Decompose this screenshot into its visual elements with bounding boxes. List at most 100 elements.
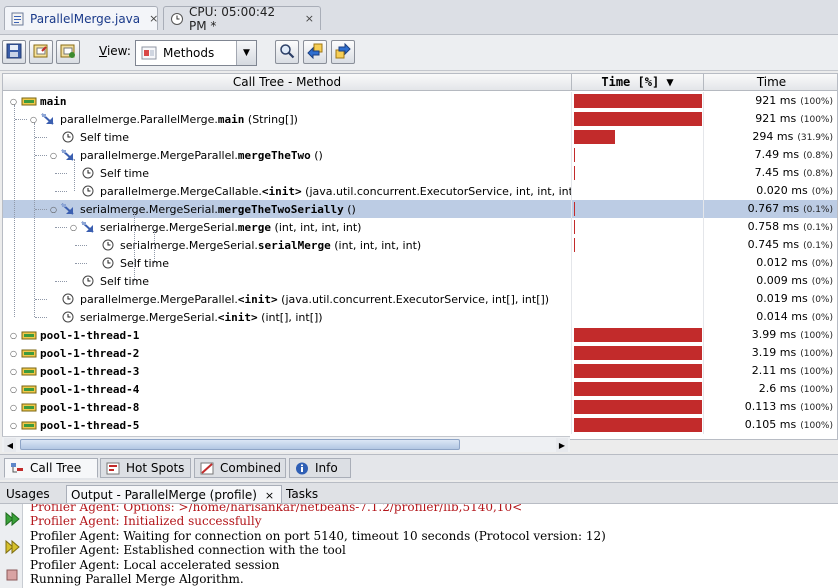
tree-guide bbox=[154, 231, 155, 263]
collapse-icon[interactable]: ○ bbox=[49, 205, 58, 214]
snapshot-button[interactable] bbox=[56, 40, 80, 64]
method-cell[interactable]: ○ parallelmerge.MergeParallel.mergeTheTwo… bbox=[3, 146, 572, 164]
table-row[interactable]: ○ pool-1-thread-8 0.113 ms (100%) bbox=[3, 398, 837, 416]
method-cell[interactable]: parallelmerge.MergeCallable.<init> (java… bbox=[3, 182, 572, 200]
tab-parallelmerge-java[interactable]: ParallelMerge.java × bbox=[4, 6, 158, 30]
tab-combined[interactable]: Combined bbox=[194, 458, 286, 478]
table-row[interactable]: Self time 294 ms (31.9%) bbox=[3, 128, 837, 146]
table-row[interactable]: ○ serialmerge.MergeSerial.merge (int, int… bbox=[3, 218, 837, 236]
time-percent-value: (100%) bbox=[800, 385, 833, 395]
method-bold-name: <init> bbox=[217, 310, 258, 324]
method-cell[interactable]: Self time bbox=[3, 164, 572, 182]
method-cell[interactable]: ○ pool-1-thread-1 bbox=[3, 326, 572, 344]
close-icon[interactable]: × bbox=[305, 12, 314, 25]
leaf-method-icon bbox=[61, 311, 75, 323]
table-row[interactable]: ○ parallelmerge.MergeParallel.mergeTheTwo… bbox=[3, 146, 837, 164]
method-cell[interactable]: ○ pool-1-thread-8 bbox=[3, 398, 572, 416]
tab-label: ParallelMerge.java bbox=[30, 11, 141, 26]
expand-icon[interactable]: ○ bbox=[9, 421, 18, 430]
method-cell[interactable]: ○ serialmerge.MergeSerial.merge (int, int… bbox=[3, 218, 572, 236]
close-icon[interactable]: × bbox=[265, 489, 274, 502]
table-row[interactable]: Self time 0.012 ms (0%) bbox=[3, 254, 837, 272]
column-header-time-percent[interactable]: Time [%] ▼ bbox=[572, 74, 704, 91]
expand-icon[interactable]: ○ bbox=[9, 331, 18, 340]
column-header-time[interactable]: Time bbox=[704, 74, 837, 91]
method-cell[interactable]: serialmerge.MergeSerial.serialMerge (int… bbox=[3, 236, 572, 254]
output-text[interactable]: Profiler Agent: Options: >/home/harisank… bbox=[30, 504, 838, 588]
stop-icon[interactable] bbox=[3, 566, 20, 583]
expand-icon[interactable]: ○ bbox=[9, 403, 18, 412]
find-next-button[interactable] bbox=[331, 40, 355, 64]
table-row[interactable]: ○ pool-1-thread-1 3.99 ms (100%) bbox=[3, 326, 837, 344]
column-header-method[interactable]: Call Tree - Method bbox=[3, 74, 572, 91]
time-percent-value: (100%) bbox=[800, 421, 833, 431]
table-row[interactable]: parallelmerge.MergeCallable.<init> (java… bbox=[3, 182, 837, 200]
table-row[interactable]: ○ main 921 ms (100%) bbox=[3, 92, 837, 110]
tab-tasks[interactable]: Tasks bbox=[282, 485, 322, 503]
time-percent-value: (0.1%) bbox=[803, 223, 833, 233]
method-cell[interactable]: Self time bbox=[3, 254, 572, 272]
rerun-icon[interactable] bbox=[3, 510, 20, 527]
export-button[interactable] bbox=[29, 40, 53, 64]
tree-guide bbox=[15, 119, 27, 120]
table-row[interactable]: ○ pool-1-thread-2 3.19 ms (100%) bbox=[3, 344, 837, 362]
chevron-down-icon[interactable]: ▼ bbox=[236, 41, 256, 65]
method-bold-name: pool-1-thread-5 bbox=[40, 418, 140, 432]
thread-icon bbox=[21, 95, 37, 107]
method-cell[interactable]: Self time bbox=[3, 128, 572, 146]
close-icon[interactable]: × bbox=[149, 12, 158, 25]
save-button[interactable] bbox=[2, 40, 26, 64]
horizontal-scrollbar[interactable]: ◀ ▶ bbox=[2, 436, 570, 452]
tab-hot-spots[interactable]: Hot Spots bbox=[100, 458, 191, 478]
time-percent-bar bbox=[574, 328, 702, 342]
scrollbar-thumb[interactable] bbox=[20, 439, 460, 450]
time-percent-cell bbox=[572, 308, 704, 326]
collapse-icon[interactable]: ○ bbox=[69, 223, 78, 232]
method-cell[interactable]: Self time bbox=[3, 272, 572, 290]
table-row[interactable]: Self time 7.45 ms (0.8%) bbox=[3, 164, 837, 182]
table-row[interactable]: ○ pool-1-thread-4 2.6 ms (100%) bbox=[3, 380, 837, 398]
table-row[interactable]: serialmerge.MergeSerial.serialMerge (int… bbox=[3, 236, 837, 254]
table-row[interactable]: ○ parallelmerge.ParallelMerge.main (Strin… bbox=[3, 110, 837, 128]
expand-icon[interactable]: ○ bbox=[9, 349, 18, 358]
table-row[interactable]: ○ serialmerge.MergeSerial.mergeTheTwoSeri… bbox=[3, 200, 837, 218]
method-cell[interactable]: parallelmerge.MergeParallel.<init> (java… bbox=[3, 290, 572, 308]
time-percent-cell bbox=[572, 398, 704, 416]
find-button[interactable] bbox=[275, 40, 299, 64]
tab-call-tree[interactable]: Call Tree bbox=[4, 458, 98, 478]
expand-icon[interactable]: ○ bbox=[9, 385, 18, 394]
time-value: 0.014 ms bbox=[756, 310, 808, 323]
time-value: 0.767 ms bbox=[747, 202, 800, 215]
method-cell[interactable]: serialmerge.MergeSerial.<init> (int[], i… bbox=[3, 308, 572, 326]
tab-cpu-snapshot[interactable]: CPU: 05:00:42 PM * × bbox=[163, 5, 321, 33]
collapse-icon[interactable]: ○ bbox=[49, 151, 58, 160]
rerun-with-options-icon[interactable] bbox=[3, 538, 20, 555]
method-cell[interactable]: ○ pool-1-thread-4 bbox=[3, 380, 572, 398]
tab-label: Info bbox=[315, 461, 338, 475]
tab-output-parallelmerge[interactable]: Output - ParallelMerge (profile) × bbox=[66, 485, 282, 503]
find-previous-button[interactable] bbox=[303, 40, 327, 64]
scroll-left-icon[interactable]: ◀ bbox=[4, 438, 16, 452]
method-name: serialmerge.MergeSerial.<init> (int[], i… bbox=[80, 311, 323, 324]
method-cell[interactable]: ○ pool-1-thread-2 bbox=[3, 344, 572, 362]
method-cell[interactable]: ○ serialmerge.MergeSerial.mergeTheTwoSeri… bbox=[3, 200, 572, 218]
view-combo[interactable]: Methods ▼ bbox=[135, 40, 257, 66]
table-row[interactable]: ○ pool-1-thread-5 0.105 ms (100%) bbox=[3, 416, 837, 434]
scroll-right-icon[interactable]: ▶ bbox=[556, 438, 568, 452]
method-cell[interactable]: ○ pool-1-thread-5 bbox=[3, 416, 572, 434]
tree-node: parallelmerge.MergeParallel.<init> (java… bbox=[49, 290, 549, 308]
tree-node: serialmerge.MergeSerial.<init> (int[], i… bbox=[49, 308, 323, 326]
thread-name: pool-1-thread-2 bbox=[40, 347, 139, 360]
method-cell[interactable]: ○ pool-1-thread-3 bbox=[3, 362, 572, 380]
method-cell[interactable]: ○ parallelmerge.ParallelMerge.main (Strin… bbox=[3, 110, 572, 128]
tab-info[interactable]: Info bbox=[289, 458, 351, 478]
table-row[interactable]: ○ pool-1-thread-3 2.11 ms (100%) bbox=[3, 362, 837, 380]
tab-usages[interactable]: Usages bbox=[2, 485, 54, 503]
method-bold-name: serialMerge bbox=[257, 238, 331, 252]
time-cell: 921 ms (100%) bbox=[704, 92, 837, 110]
table-row[interactable]: parallelmerge.MergeParallel.<init> (java… bbox=[3, 290, 837, 308]
table-row[interactable]: serialmerge.MergeSerial.<init> (int[], i… bbox=[3, 308, 837, 326]
method-cell[interactable]: ○ main bbox=[3, 92, 572, 110]
expand-icon[interactable]: ○ bbox=[9, 367, 18, 376]
table-row[interactable]: Self time 0.009 ms (0%) bbox=[3, 272, 837, 290]
